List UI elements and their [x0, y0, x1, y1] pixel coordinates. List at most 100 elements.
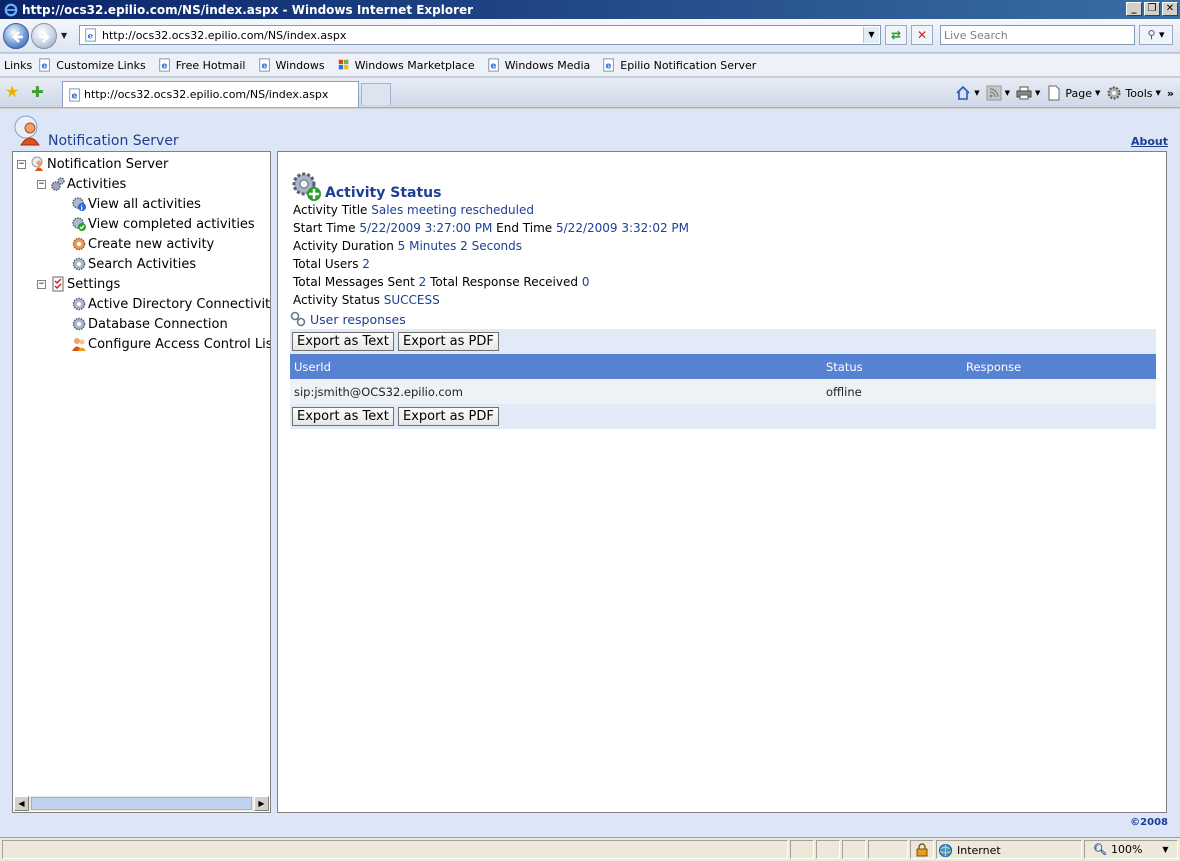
tree-node-view-all-activities[interactable]: i View all activities [71, 195, 201, 213]
tree-node-database-connection[interactable]: Database Connection [71, 315, 228, 333]
link-windows[interactable]: e Windows [258, 58, 325, 72]
svg-text:e: e [88, 32, 94, 42]
popup-blocker-segment[interactable] [910, 840, 934, 859]
tree-node-create-new-activity[interactable]: Create new activity [71, 235, 214, 253]
tree-horizontal-scrollbar[interactable]: ◀ ▶ [14, 796, 269, 811]
link-customize-links[interactable]: e Customize Links [38, 58, 146, 72]
home-button[interactable]: ▼ [955, 85, 980, 101]
tools-menu-button[interactable]: Tools ▼ [1106, 85, 1161, 101]
scroll-right-button[interactable]: ▶ [254, 796, 269, 811]
link-epilio-notification-server[interactable]: e Epilio Notification Server [602, 58, 756, 72]
ie-page-icon: e [603, 58, 615, 72]
link-label: Customize Links [56, 58, 146, 72]
end-time-label: End Time [496, 221, 553, 235]
gear-info-icon: i [72, 197, 86, 212]
tree-node-notification-server[interactable]: − Notification Server [17, 155, 168, 173]
zoom-control[interactable]: 🔍︎ 100% ▼ [1093, 843, 1169, 856]
minimize-button[interactable]: _ [1126, 2, 1142, 16]
print-button[interactable]: ▼ [1016, 85, 1040, 101]
link-windows-marketplace[interactable]: Windows Marketplace [337, 58, 475, 72]
svg-text:e: e [490, 62, 496, 72]
svg-text:i: i [81, 205, 83, 212]
tree-node-active-directory-connectivity[interactable]: Active Directory Connectivity [71, 295, 270, 313]
ie-page-icon: e [487, 58, 499, 72]
svg-text:e: e [161, 62, 167, 72]
notification-server-icon [31, 156, 43, 171]
window-title-bar: http://ocs32.epilio.com/NS/index.aspx - … [0, 0, 1180, 19]
link-label: Windows Media [504, 58, 591, 72]
export-pdf-button-bottom[interactable]: Export as PDF [398, 407, 499, 426]
column-status[interactable]: Status [826, 360, 863, 374]
end-time-value: 5/22/2009 3:32:02 PM [556, 221, 690, 235]
tree-node-view-completed-activities[interactable]: View completed activities [71, 215, 255, 233]
home-icon [956, 85, 970, 100]
about-link[interactable]: About [1131, 135, 1168, 148]
tree-label: Database Connection [88, 316, 228, 332]
activity-title-value: Sales meeting rescheduled [371, 203, 534, 217]
gear-icon [72, 317, 86, 331]
total-users-line: Total Users 2 [293, 257, 370, 271]
forward-button[interactable] [31, 23, 57, 49]
address-url: http://ocs32.ocs32.epilio.com/NS/index.a… [102, 28, 347, 42]
svg-text:e: e [42, 62, 48, 72]
column-response[interactable]: Response [966, 360, 1021, 374]
back-arrow-icon [12, 31, 23, 43]
search-button[interactable]: ⚲ ▾ [1139, 25, 1173, 45]
toolbar-overflow-button[interactable]: » [1167, 87, 1174, 100]
collapse-toggle[interactable]: − [17, 159, 26, 169]
recent-pages-dropdown[interactable]: ▼ [61, 31, 67, 40]
checklist-icon [52, 276, 64, 292]
start-time-value: 5/22/2009 3:27:00 PM [359, 221, 493, 235]
close-button[interactable]: ✕ [1162, 2, 1178, 16]
address-dropdown[interactable]: ▼ [863, 27, 879, 43]
user-responses-header: User responses [290, 311, 406, 327]
table-row[interactable]: sip:jsmith@OCS32.epilio.com offline [290, 379, 1156, 404]
restore-button[interactable]: ❐ [1144, 2, 1160, 16]
copyright-text: ©2008 [1130, 817, 1168, 828]
tab-current-page[interactable]: e http://ocs32.ocs32.epilio.com/NS/index… [62, 81, 359, 107]
scroll-thumb[interactable] [31, 797, 252, 810]
page-menu-button[interactable]: Page ▼ [1046, 85, 1100, 101]
export-text-button-bottom[interactable]: Export as Text [292, 407, 394, 426]
collapse-toggle[interactable]: − [37, 179, 46, 189]
back-button[interactable] [3, 23, 29, 49]
gear-check-icon [72, 217, 86, 231]
add-favorites-icon[interactable]: ✚ [31, 83, 44, 101]
tree-node-configure-access-control-list[interactable]: Configure Access Control List [71, 335, 270, 353]
feeds-button[interactable]: ▼ [986, 85, 1010, 101]
column-userid[interactable]: UserId [294, 360, 331, 374]
refresh-button[interactable]: ⇄ [885, 25, 907, 45]
tree-node-search-activities[interactable]: Search Activities [71, 255, 196, 273]
ie-page-icon: e [39, 58, 51, 72]
scroll-left-button[interactable]: ◀ [14, 796, 29, 811]
notification-server-logo-icon [14, 115, 40, 146]
gear-icon [72, 297, 86, 311]
link-windows-media[interactable]: e Windows Media [487, 58, 591, 72]
collapse-toggle[interactable]: − [37, 279, 46, 289]
gear-add-icon [72, 237, 86, 251]
svg-text:e: e [72, 91, 78, 101]
app-header: Notification Server About [0, 109, 1180, 149]
tree-node-activities[interactable]: − Activities [37, 175, 126, 193]
forward-arrow-icon [39, 31, 50, 43]
links-bar: Links e Customize Links e Free Hotmail e… [0, 54, 1180, 77]
gear-add-icon [292, 172, 321, 201]
stop-button[interactable]: ✕ [911, 25, 933, 45]
search-icon: ⚲ [1147, 28, 1156, 41]
link-free-hotmail[interactable]: e Free Hotmail [158, 58, 246, 72]
live-search-input[interactable]: Live Search [940, 25, 1135, 45]
address-input[interactable]: e http://ocs32.ocs32.epilio.com/NS/index… [79, 25, 881, 45]
new-tab-button[interactable] [361, 83, 391, 105]
zoom-level: 100% [1110, 843, 1143, 856]
favorites-star-icon[interactable]: ★ [5, 84, 19, 100]
link-label: Windows [275, 58, 325, 72]
total-users-value: 2 [362, 257, 370, 271]
activity-title-label: Activity Title [293, 203, 368, 217]
tree-node-settings[interactable]: − Settings [37, 275, 120, 293]
export-pdf-button[interactable]: Export as PDF [398, 332, 499, 351]
page-menu-label: Page [1065, 86, 1092, 100]
windows-flag-icon [338, 59, 348, 70]
tree-label: View completed activities [88, 216, 255, 232]
export-toolbar-top: Export as Text Export as PDF [290, 329, 1156, 354]
export-text-button[interactable]: Export as Text [292, 332, 394, 351]
